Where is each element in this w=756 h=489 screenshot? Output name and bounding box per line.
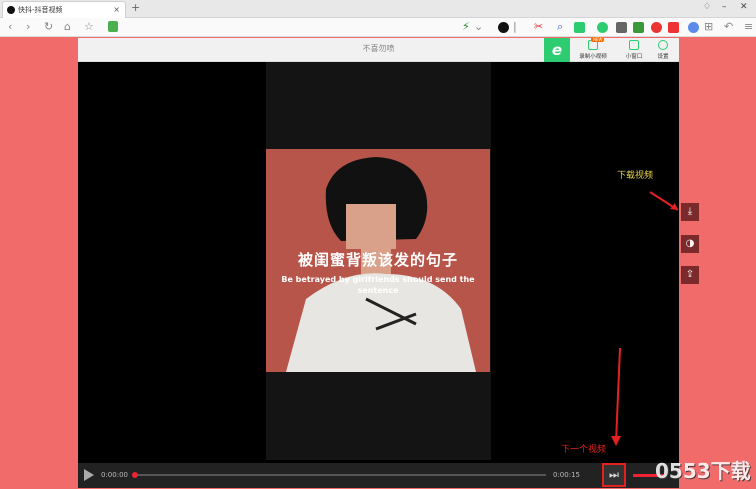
app-logo-icon: e <box>544 38 570 62</box>
opera-extension-icon[interactable] <box>651 22 662 33</box>
scissors-icon[interactable]: ✂ <box>534 20 543 34</box>
next-video-annotation: 下一个视频 <box>561 445 607 455</box>
video-frame[interactable]: 被闺蜜背叛该发的句子 Be betrayed by girlfriends sh… <box>266 149 490 372</box>
shield-extension-icon[interactable] <box>633 22 644 33</box>
browser-tab-bar: 快抖-抖音视频 × + ♢ – ✕ <box>0 0 756 18</box>
contrast-icon: ◑ <box>685 238 695 249</box>
new-tab-button[interactable]: + <box>131 1 140 14</box>
grid-icon[interactable]: ⊞ <box>704 20 713 34</box>
site-watermark: 0553下载 <box>655 459 751 483</box>
shirt-icon[interactable]: ♢ <box>703 2 711 12</box>
progress-bar[interactable] <box>132 472 546 478</box>
close-window-icon[interactable]: ✕ <box>740 2 748 12</box>
mini-window-button[interactable]: 小窗口 <box>619 40 649 60</box>
settings-button[interactable]: 设置 <box>651 40 675 60</box>
subtitle-english: Be betrayed by girlfriends should send t… <box>281 275 475 295</box>
menu-icon[interactable]: ≡ <box>744 20 753 34</box>
current-time: 0:00:00 <box>101 471 128 479</box>
progress-handle[interactable] <box>132 472 138 478</box>
home-icon[interactable]: ⌂ <box>64 20 71 34</box>
undo-icon[interactable]: ↶ <box>724 20 733 34</box>
download-button[interactable]: ⤓ <box>681 203 699 221</box>
tv-icon <box>629 40 639 50</box>
download-icon: ⤓ <box>687 206 693 217</box>
tab-title: 快抖-抖音视频 <box>18 6 63 14</box>
player-controls: 0:00:00 0:00:15 ⏭ <box>78 463 679 488</box>
share-icon: ⇪ <box>685 269 695 280</box>
contrast-button[interactable]: ◑ <box>681 235 699 253</box>
record-video-button[interactable]: NEW 录制小视频 <box>575 37 611 60</box>
tiktok-extension-icon[interactable] <box>498 22 509 33</box>
subtitle-chinese: 被闺蜜背叛该发的句子 <box>297 251 458 269</box>
divider: | <box>513 20 517 33</box>
share-button[interactable]: ⇪ <box>681 266 699 284</box>
refresh-icon[interactable]: ↻ <box>44 20 53 34</box>
window-extension-icon[interactable] <box>616 22 627 33</box>
face-extension-icon[interactable] <box>688 22 699 33</box>
skip-next-icon: ⏭ <box>609 468 619 481</box>
record-video-label: 录制小视频 <box>579 54 607 60</box>
browser-toolbar: ‹ › ↻ ⌂ ☆ ⚡ ⌄ | ✂ ⌕ ⊞ ↶ ≡ <box>0 18 756 37</box>
tiktok-favicon-icon <box>7 6 15 14</box>
video-stage: 不喜勿喷 e NEW 录制小视频 小窗口 设置 被闺蜜背叛该发的句子 Be be… <box>78 37 699 488</box>
new-badge: NEW <box>591 37 605 42</box>
star-icon[interactable]: ☆ <box>84 20 94 34</box>
gear-icon <box>658 40 668 50</box>
mini-window-label: 小窗口 <box>625 54 643 60</box>
page-header: 不喜勿喷 e NEW 录制小视频 小窗口 设置 <box>78 37 679 62</box>
settings-label: 设置 <box>657 54 669 60</box>
duration: 0:00:15 <box>553 471 580 479</box>
next-arrow <box>611 348 621 446</box>
lightning-icon[interactable]: ⚡ <box>462 20 470 34</box>
back-icon[interactable]: ‹ <box>8 20 12 34</box>
browser-tab[interactable]: 快抖-抖音视频 × <box>2 1 126 18</box>
tab-close-icon[interactable]: × <box>113 5 120 14</box>
next-video-button[interactable]: ⏭ <box>602 463 626 487</box>
download-arrow <box>649 191 679 211</box>
search-icon[interactable]: ⌕ <box>557 20 563 34</box>
forward-icon[interactable]: › <box>26 20 30 34</box>
red-extension-icon[interactable] <box>668 22 679 33</box>
game-extension-icon[interactable] <box>574 22 585 33</box>
download-annotation: 下载视频 <box>617 171 654 181</box>
minimize-icon[interactable]: – <box>722 2 727 12</box>
check-extension-icon[interactable] <box>597 22 608 33</box>
dropdown-icon[interactable]: ⌄ <box>474 20 483 34</box>
play-button[interactable] <box>84 469 94 481</box>
security-shield-icon[interactable] <box>108 21 118 32</box>
